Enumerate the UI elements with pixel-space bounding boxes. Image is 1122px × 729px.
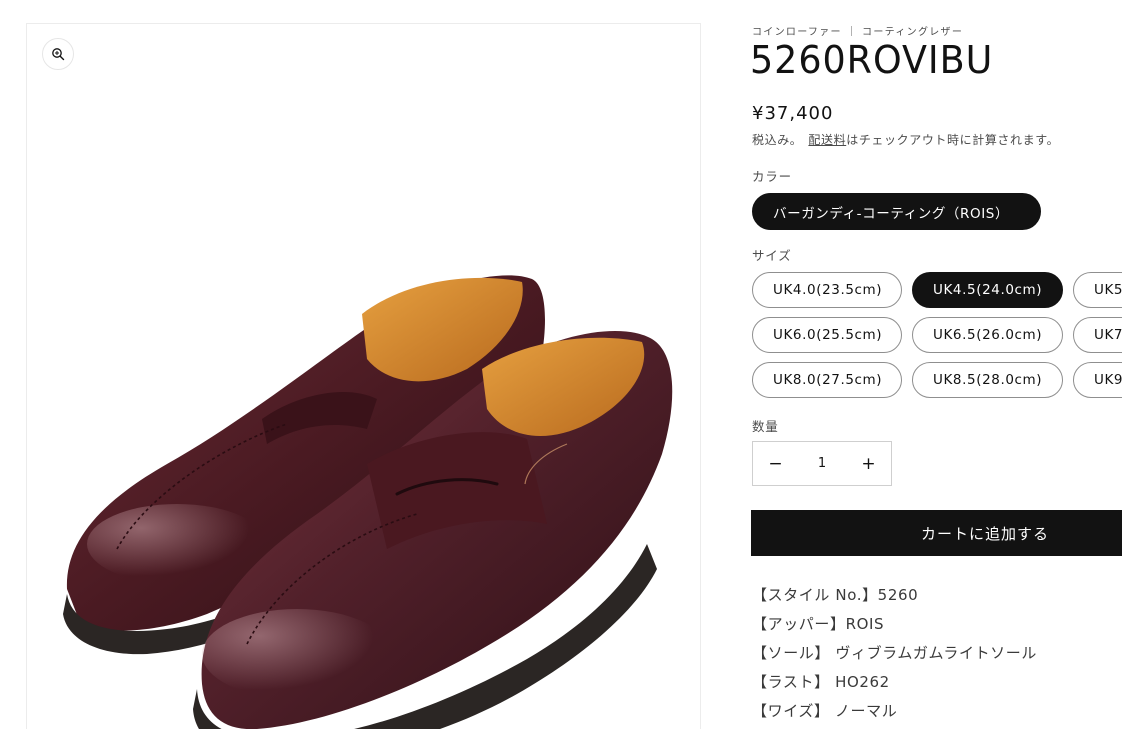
quantity-stepper: − + (752, 441, 892, 486)
size-option[interactable]: UK7.0(26.5cm) (1073, 317, 1122, 353)
size-option[interactable]: UK9.0(28.5cm) (1073, 362, 1122, 398)
size-option[interactable]: UK6.0(25.5cm) (752, 317, 902, 353)
color-label: カラー (752, 169, 792, 184)
product-title: 5260ROVIBU (750, 38, 994, 82)
spec-line: 【アッパー】ROIS (752, 615, 885, 633)
product-vendor: コインローファー ｜ コーティングレザー (752, 27, 964, 38)
color-option-selected[interactable]: バーガンディ-コーティング（ROIS） (752, 193, 1041, 230)
quantity-plus-button[interactable]: + (846, 442, 891, 485)
add-to-cart-label: カートに追加する (920, 524, 1049, 543)
size-option[interactable]: UK8.0(27.5cm) (752, 362, 902, 398)
size-option[interactable]: UK5.0(24.5cm) (1073, 272, 1122, 308)
tax-note: 税込み。 配送料はチェックアウト時に計算されます。 (752, 131, 1059, 148)
shipping-link[interactable]: 配送料 (808, 133, 846, 147)
add-to-cart-button[interactable]: カートに追加する (751, 510, 1122, 556)
tax-suffix: はチェックアウト時に計算されます。 (846, 133, 1060, 147)
size-option-selected[interactable]: UK4.5(24.0cm) (912, 272, 1063, 308)
size-option[interactable]: UK6.5(26.0cm) (912, 317, 1063, 353)
quantity-label: 数量 (752, 419, 779, 434)
spec-line: 【ラスト】 HO262 (752, 673, 890, 691)
spec-line: 【ワイズ】 ノーマル (752, 702, 898, 720)
tax-prefix: 税込み。 (752, 133, 803, 147)
size-option[interactable]: UK4.0(23.5cm) (752, 272, 902, 308)
product-specs: 【スタイル No.】5260 【アッパー】ROIS 【ソール】 ヴィブラムガムラ… (752, 583, 1037, 728)
quantity-input[interactable] (798, 456, 846, 471)
product-media (26, 23, 701, 729)
quantity-minus-button[interactable]: − (753, 442, 798, 485)
product-page: コインローファー ｜ コーティングレザー 5260ROVIBU ¥37,400 … (0, 0, 1122, 729)
size-label: サイズ (752, 248, 792, 263)
product-image[interactable] (27, 24, 701, 729)
spec-line: 【スタイル No.】5260 (752, 586, 919, 604)
size-option[interactable]: UK8.5(28.0cm) (912, 362, 1063, 398)
product-price: ¥37,400 (752, 103, 834, 124)
spec-line: 【ソール】 ヴィブラムガムライトソール (752, 644, 1037, 662)
